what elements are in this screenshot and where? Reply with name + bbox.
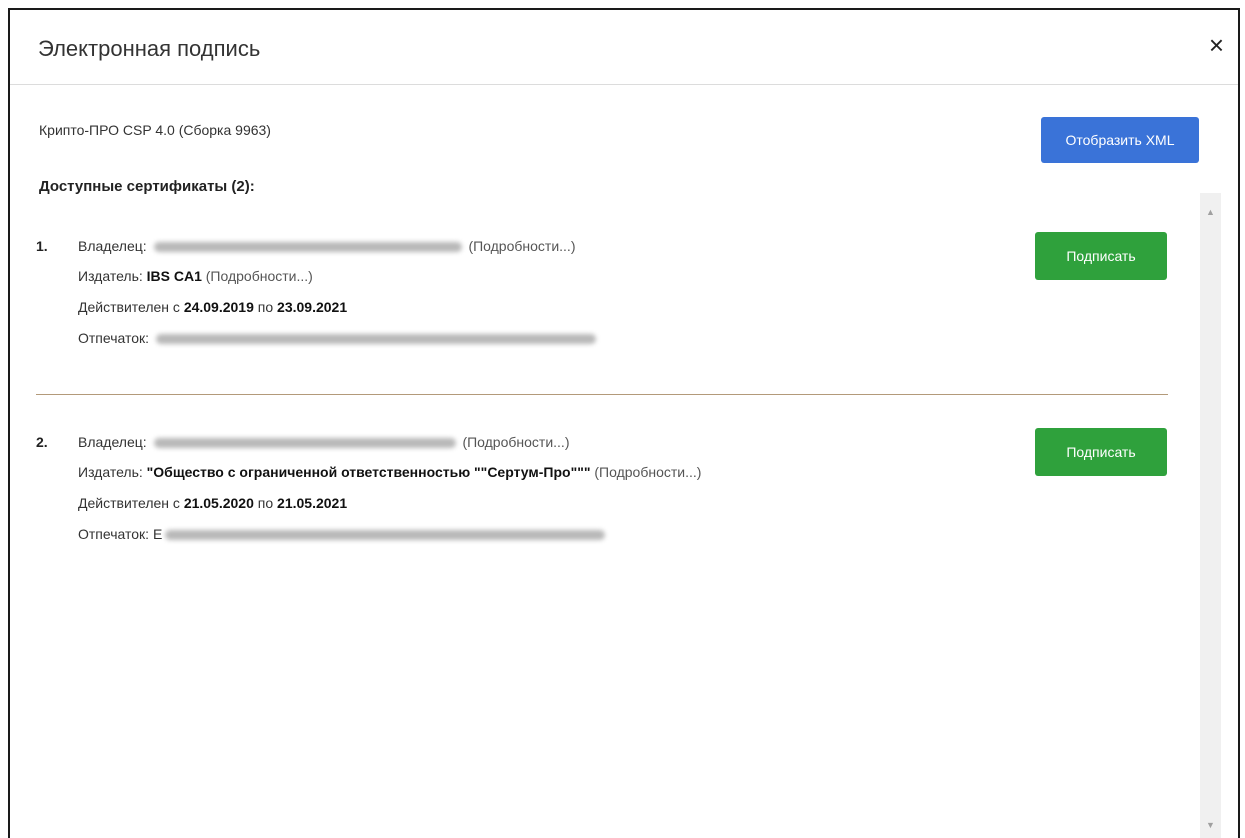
issuer-details-link[interactable]: (Подробности...)	[594, 464, 701, 480]
issuer-label: Издатель:	[78, 268, 143, 284]
arrow-up-icon[interactable]: ▲	[1200, 203, 1221, 221]
certificate-divider	[36, 394, 1168, 395]
valid-to: 21.05.2021	[277, 495, 348, 511]
valid-prefix: Действителен с	[78, 299, 180, 315]
certificates-heading: Доступные сертификаты (2):	[39, 178, 255, 195]
issuer-label: Издатель:	[78, 464, 143, 480]
certificate-number: 1.	[36, 238, 48, 254]
issuer-details-link[interactable]: (Подробности...)	[206, 268, 313, 284]
issuer-line: Издатель: "Общество с ограниченной ответ…	[78, 464, 701, 480]
sign-button[interactable]: Подписать	[1035, 232, 1167, 280]
valid-prefix: Действителен с	[78, 495, 180, 511]
arrow-down-icon[interactable]: ▼	[1200, 816, 1221, 834]
valid-to: 23.09.2021	[277, 299, 348, 315]
thumbprint-line: Отпечаток:	[78, 330, 599, 346]
issuer-value: IBS CA1	[146, 268, 202, 284]
certificate-number: 2.	[36, 434, 48, 450]
issuer-value: "Общество с ограниченной ответственность…	[146, 464, 591, 480]
owner-label: Владелец:	[78, 434, 147, 450]
validity-line: Действителен с 24.09.2019 по 23.09.2021	[78, 299, 347, 315]
thumbprint-line: Отпечаток: E	[78, 526, 608, 542]
owner-line: Владелец: (Подробности...)	[78, 434, 569, 450]
dialog-header: Электронная подпись ×	[10, 10, 1238, 85]
valid-mid: по	[257, 495, 274, 511]
owner-details-link[interactable]: (Подробности...)	[468, 238, 575, 254]
close-icon[interactable]: ×	[1209, 32, 1224, 58]
valid-from: 21.05.2020	[183, 495, 254, 511]
sign-button[interactable]: Подписать	[1035, 428, 1167, 476]
dialog-title: Электронная подпись	[38, 36, 261, 61]
owner-details-link[interactable]: (Подробности...)	[462, 434, 569, 450]
owner-line: Владелец: (Подробности...)	[78, 238, 575, 254]
valid-from: 24.09.2019	[183, 299, 254, 315]
issuer-line: Издатель: IBS CA1 (Подробности...)	[78, 268, 313, 284]
thumbprint-label: Отпечаток:	[78, 330, 150, 346]
valid-mid: по	[257, 299, 274, 315]
thumbprint-redacted	[155, 334, 596, 345]
csp-version-text: Крипто-ПРО CSP 4.0 (Сборка 9963)	[39, 122, 271, 138]
signature-dialog: Электронная подпись × Крипто-ПРО CSP 4.0…	[8, 8, 1240, 838]
thumbprint-redacted	[165, 530, 606, 541]
validity-line: Действителен с 21.05.2020 по 21.05.2021	[78, 495, 347, 511]
owner-label: Владелец:	[78, 238, 147, 254]
owner-name-redacted	[153, 438, 456, 449]
thumbprint-visible: E	[152, 526, 163, 542]
owner-name-redacted	[153, 242, 462, 253]
show-xml-button[interactable]: Отобразить XML	[1041, 117, 1199, 163]
thumbprint-label: Отпечаток:	[78, 526, 150, 542]
vertical-scrollbar[interactable]: ▲ ▼	[1200, 193, 1221, 838]
certificate-list: 1. Владелец: (Подробности...) Издатель: …	[10, 198, 1200, 838]
